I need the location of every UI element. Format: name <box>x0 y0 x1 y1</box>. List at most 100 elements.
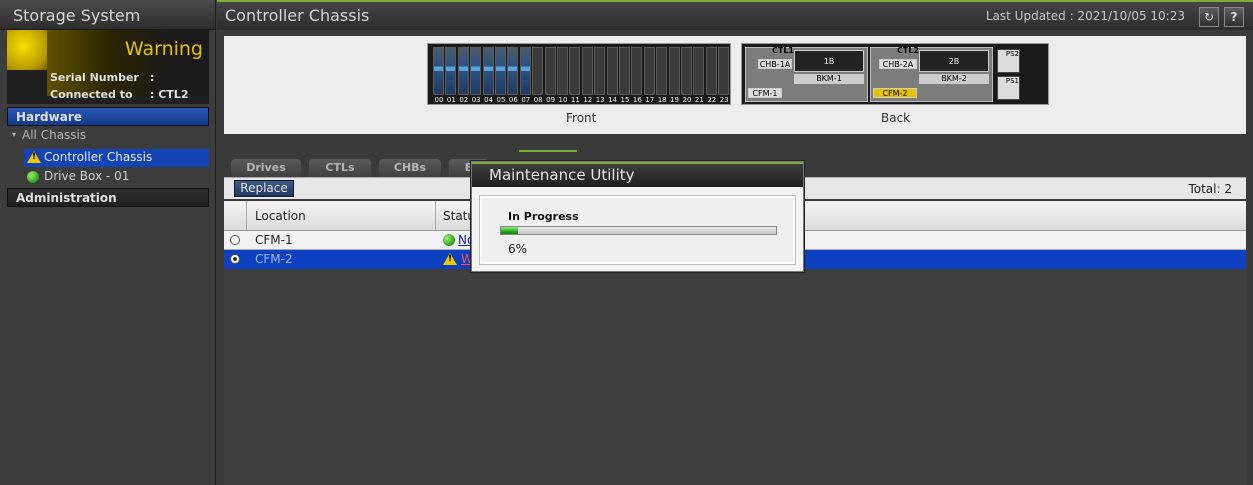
drive-slot-number: 14 <box>608 96 618 104</box>
drive-slot-number: 04 <box>484 96 494 104</box>
cfm2-warning-label[interactable]: CFM-2 <box>873 88 917 98</box>
serial-number-label: Serial Number <box>50 71 139 84</box>
ctl2-slot-2b: 2B <box>919 50 989 72</box>
tab-ctls[interactable]: CTLs <box>309 159 371 177</box>
tab-active-indicator <box>519 150 577 152</box>
chb1-label: CHB-1A <box>758 59 792 69</box>
warning-icon <box>443 253 457 265</box>
drive-slot-number: 17 <box>645 96 655 104</box>
drive-slot[interactable] <box>507 47 519 95</box>
connected-to-value: : CTL2 <box>150 88 189 101</box>
progress-status: In Progress <box>508 210 579 223</box>
system-status-text: Warning <box>124 38 203 60</box>
drive-slot-number: 13 <box>595 96 605 104</box>
nav-administration[interactable]: Administration <box>7 188 209 207</box>
total-count: Total: 2 <box>1188 182 1232 196</box>
drive-slot-number: 21 <box>694 96 704 104</box>
drive-slot-number: 18 <box>657 96 667 104</box>
help-button[interactable]: ? <box>1224 7 1244 27</box>
progress-percent: 6% <box>508 242 528 256</box>
drive-slot[interactable] <box>656 47 668 95</box>
drive-slot[interactable] <box>544 47 556 95</box>
ctl1-slot-1b: 1B <box>794 50 864 72</box>
tree-all-chassis[interactable]: ▾ All Chassis <box>12 128 86 142</box>
ctl2-label: CTL2 <box>897 46 919 55</box>
sidebar-title: Storage System <box>0 0 215 30</box>
status-normal-icon <box>443 234 455 246</box>
ctl1-module[interactable]: CTL1 CHB-1A 1B BKM-1 CFM-1 <box>745 46 868 102</box>
drive-slot[interactable] <box>569 47 581 95</box>
system-status-box: Warning Serial Number : Connected to : C… <box>7 30 209 104</box>
tab-chbs[interactable]: CHBs <box>379 159 441 177</box>
location-cell: CFM-2 <box>255 252 293 266</box>
location-cell: CFM-1 <box>255 233 293 247</box>
front-label: Front <box>566 111 597 125</box>
drive-slot[interactable] <box>668 47 680 95</box>
back-view-image[interactable]: CTL1 CHB-1A 1B BKM-1 CFM-1 CTL2 CHB-2A 2… <box>741 43 1049 105</box>
tree-all-chassis-label: All Chassis <box>22 128 87 142</box>
ctl2-module[interactable]: CTL2 CHB-2A 2B BKM-2 CFM-2 <box>870 46 993 102</box>
drive-slot[interactable] <box>594 47 606 95</box>
drive-slot-number: 11 <box>570 96 580 104</box>
drive-slot[interactable] <box>681 47 692 95</box>
row-select-radio[interactable] <box>230 235 240 245</box>
drive-slot[interactable] <box>631 47 643 95</box>
drive-slot-number: 23 <box>719 96 729 104</box>
drive-slot-number: 10 <box>558 96 568 104</box>
drive-slot[interactable] <box>606 47 618 95</box>
drive-slot-number: 16 <box>632 96 642 104</box>
ps1-module[interactable]: PS1 <box>997 76 1020 100</box>
drive-slot-number: 02 <box>459 96 469 104</box>
tree-item-controller-chassis[interactable]: Controller Chassis <box>24 149 209 167</box>
drive-slot[interactable] <box>557 47 568 95</box>
drive-slot-number: 12 <box>583 96 593 104</box>
drive-slot[interactable] <box>457 47 469 95</box>
drive-slot[interactable] <box>445 47 457 95</box>
drive-slot[interactable] <box>718 47 730 95</box>
maintenance-utility-dialog: Maintenance Utility In Progress 6% <box>471 161 804 272</box>
drive-slot-number: 00 <box>434 96 444 104</box>
nav-hardware[interactable]: Hardware <box>7 107 209 126</box>
drive-slot-number: 07 <box>521 96 531 104</box>
ps2-module[interactable]: PS2 <box>997 49 1020 73</box>
progress-bar <box>500 226 777 235</box>
replace-button[interactable]: Replace <box>234 180 294 197</box>
drive-slot-number: 05 <box>496 96 506 104</box>
dialog-title: Maintenance Utility <box>472 162 803 187</box>
drive-slot[interactable] <box>519 47 531 95</box>
column-header-location[interactable]: Location <box>255 209 306 223</box>
drive-slot-number: 09 <box>546 96 556 104</box>
chassis-view: 00 01 02 03 04 05 06 07 08 09 10 11 12 13 14 15 16 17 18 19… <box>224 36 1246 134</box>
tab-drives[interactable]: Drives <box>231 159 301 177</box>
drive-slot-number: 20 <box>682 96 692 104</box>
status-normal-icon <box>27 171 39 183</box>
drive-slot[interactable] <box>495 47 506 95</box>
drive-slot-number: 15 <box>620 96 630 104</box>
row-select-radio[interactable] <box>230 254 240 264</box>
tree-expand-icon[interactable]: ▾ <box>12 130 16 139</box>
main-header: Controller Chassis Last Updated : 2021/1… <box>217 0 1253 30</box>
drive-slot[interactable] <box>433 47 444 95</box>
tree-item-label: Drive Box - 01 <box>44 169 130 183</box>
progress-bar-fill <box>501 227 518 234</box>
front-view-image[interactable]: 00 01 02 03 04 05 06 07 08 09 10 11 12 13 14 15 16 17 18 19… <box>427 43 731 105</box>
cfm1-label[interactable]: CFM-1 <box>748 88 782 98</box>
tree-item-drive-box[interactable]: Drive Box - 01 <box>24 169 129 183</box>
refresh-button[interactable]: ↻ <box>1199 7 1219 27</box>
chb2-label: CHB-2A <box>879 59 917 69</box>
connected-to-label: Connected to <box>50 88 133 101</box>
drive-slot-number: 08 <box>533 96 543 104</box>
drive-slot[interactable] <box>693 47 705 95</box>
drive-slot-number: 19 <box>670 96 680 104</box>
drive-slot[interactable] <box>470 47 482 95</box>
bkm1-label: BKM-1 <box>794 74 864 84</box>
drive-slot[interactable] <box>705 47 717 95</box>
drive-slot[interactable] <box>482 47 494 95</box>
drive-slot[interactable] <box>532 47 544 95</box>
left-sidebar: Storage System Warning Serial Number : C… <box>0 0 216 485</box>
ctl1-label: CTL1 <box>772 46 794 55</box>
dialog-body: In Progress 6% <box>479 195 796 265</box>
drive-slot[interactable] <box>619 47 630 95</box>
drive-slot[interactable] <box>581 47 593 95</box>
drive-slot[interactable] <box>643 47 655 95</box>
